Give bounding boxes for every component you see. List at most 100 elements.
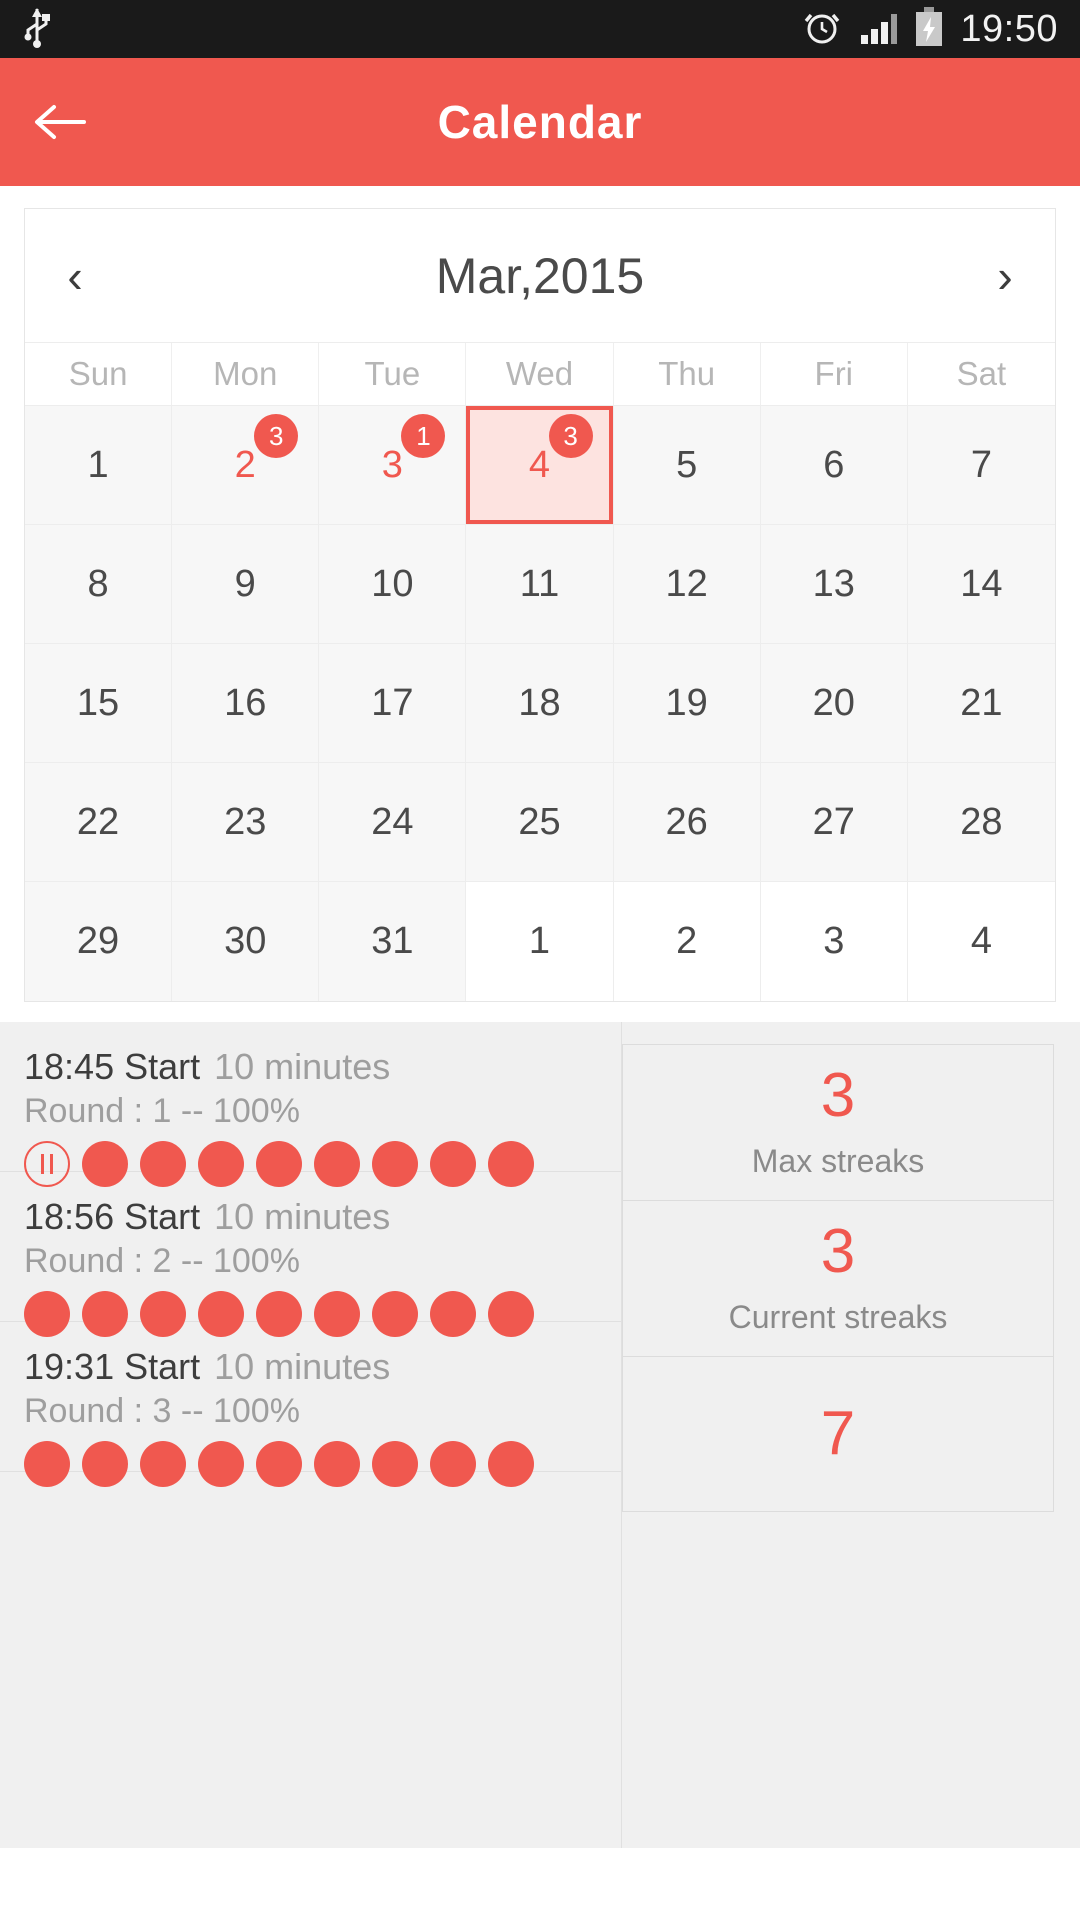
- calendar-day-cell[interactable]: 17: [319, 644, 467, 763]
- streaks-panel: 3 Max streaks 3 Current streaks 7: [622, 1022, 1080, 1920]
- calendar-card: ‹ Mar,2015 › Sun Mon Tue Wed Thu Fri Sat 13213…: [24, 208, 1056, 1002]
- usb-icon: [22, 6, 52, 53]
- progress-dot: [430, 1441, 476, 1487]
- day-number: 28: [960, 800, 1003, 843]
- day-number: 16: [224, 681, 267, 724]
- day-number: 29: [76, 920, 120, 962]
- app-bar: Calendar: [0, 58, 1080, 186]
- calendar-day-cell[interactable]: 24: [319, 763, 467, 882]
- calendar-day-cell[interactable]: 16: [172, 644, 320, 763]
- day-event-count-badge: 3: [548, 414, 593, 458]
- status-bar-right: 19:50: [802, 6, 1058, 53]
- weekday-label-sat: Sat: [956, 355, 1007, 392]
- calendar-week-row: 15 16 17 18 19 20 21: [25, 644, 1055, 763]
- session-duration: 10 minutes: [214, 1196, 391, 1237]
- calendar-week-row: 22 23 24 25 26 27 28: [25, 763, 1055, 882]
- prev-month-button[interactable]: ‹: [25, 209, 125, 343]
- session-duration: 10 minutes: [214, 1346, 391, 1387]
- day-number: 7: [970, 443, 992, 486]
- calendar-day-cell[interactable]: 21: [907, 644, 1055, 763]
- progress-dot: [488, 1141, 534, 1187]
- calendar-day-cell[interactable]: 6: [760, 406, 908, 525]
- calendar-day-cell[interactable]: 29: [25, 882, 173, 1001]
- progress-dot: [140, 1291, 186, 1337]
- weekday-label-wed: Wed: [466, 343, 614, 405]
- calendar-day-cell[interactable]: 14: [907, 525, 1055, 644]
- day-number: 19: [665, 681, 708, 724]
- calendar-day-cell[interactable]: 34: [466, 406, 614, 525]
- back-button[interactable]: [0, 58, 120, 186]
- day-number: 20: [812, 681, 855, 724]
- calendar-day-cell[interactable]: 11: [466, 525, 614, 644]
- calendar-day-cell[interactable]: 1: [466, 882, 614, 1001]
- calendar-day-cell[interactable]: 12: [613, 525, 761, 644]
- calendar-day-cell[interactable]: 2: [613, 882, 761, 1001]
- day-number: 3: [381, 443, 403, 486]
- streak-label: Current streaks: [728, 1299, 948, 1335]
- calendar-day-cell[interactable]: 8: [25, 525, 173, 644]
- calendar-day-cell[interactable]: 4: [907, 882, 1055, 1001]
- calendar-day-cell[interactable]: 26: [613, 763, 761, 882]
- progress-dot: [488, 1291, 534, 1337]
- calendar-day-cell[interactable]: 1: [25, 406, 173, 525]
- calendar-day-cell[interactable]: 27: [760, 763, 908, 882]
- session-item[interactable]: 18:56 Start 10 minutes Round : 2 -- 100%: [0, 1172, 621, 1337]
- day-number: 2: [676, 920, 698, 962]
- progress-dot: [314, 1441, 360, 1487]
- calendar-day-cell[interactable]: 32: [172, 406, 320, 525]
- weekday-label-fri: Fri: [761, 343, 908, 405]
- day-number: 13: [812, 562, 855, 605]
- calendar-day-cell[interactable]: 22: [25, 763, 173, 882]
- calendar-day-cell[interactable]: 7: [907, 406, 1055, 525]
- session-round-info: Round : 2 -- 100%: [24, 1242, 300, 1280]
- day-number: 10: [371, 562, 414, 605]
- calendar-month-label: Mar,2015: [435, 247, 645, 304]
- calendar-day-cell[interactable]: 25: [466, 763, 614, 882]
- streak-value: 7: [820, 1399, 856, 1468]
- back-arrow-icon: [35, 105, 86, 139]
- day-number: 3: [823, 920, 845, 962]
- progress-dot: [488, 1441, 534, 1487]
- day-number: 6: [823, 443, 845, 486]
- day-number: 12: [665, 562, 708, 605]
- streak-card: 3 Current streaks: [622, 1200, 1054, 1356]
- progress-dot: [372, 1141, 418, 1187]
- session-round-info: Round : 1 -- 100%: [24, 1092, 300, 1130]
- next-month-button[interactable]: ›: [955, 209, 1055, 343]
- calendar-day-cell[interactable]: 31: [319, 882, 467, 1001]
- calendar-day-cell[interactable]: 23: [172, 763, 320, 882]
- day-number: 25: [518, 800, 561, 843]
- calendar-header: ‹ Mar,2015 ›: [25, 209, 1055, 343]
- calendar-day-cell[interactable]: 19: [613, 644, 761, 763]
- weekday-label-thu: Thu: [614, 343, 761, 405]
- calendar-day-cell[interactable]: 5: [613, 406, 761, 525]
- day-number: 27: [812, 800, 855, 843]
- calendar-day-cell[interactable]: 13: [760, 525, 908, 644]
- calendar-day-cell[interactable]: 15: [25, 644, 173, 763]
- calendar-day-cell[interactable]: 30: [172, 882, 320, 1001]
- session-item[interactable]: 19:31 Start 10 minutes Round : 3 -- 100%: [0, 1322, 621, 1487]
- day-number: 8: [87, 562, 109, 605]
- calendar-day-cell[interactable]: 3: [760, 882, 908, 1001]
- weekday-label-sun: Sun: [25, 343, 173, 405]
- day-number: 2: [234, 443, 256, 486]
- calendar-day-cell[interactable]: 13: [319, 406, 467, 525]
- progress-dot: [430, 1291, 476, 1337]
- calendar-grid: 1 3 2 1 3 3 4 5 6 7 8 9 10 11 12 13 14 15 16 17 18 19 20 21 22 23…: [25, 406, 1055, 1001]
- calendar-day-cell[interactable]: 28: [907, 763, 1055, 882]
- calendar-day-cell[interactable]: 10: [319, 525, 467, 644]
- calendar-day-cell[interactable]: 20: [760, 644, 908, 763]
- day-number: 14: [960, 562, 1003, 605]
- session-round-info: Round : 3 -- 100%: [24, 1392, 300, 1430]
- session-header: 18:45 Start 10 minutes: [24, 1046, 597, 1088]
- progress-dot: [198, 1291, 244, 1337]
- session-header: 18:56 Start 10 minutes: [24, 1196, 597, 1238]
- progress-dot: [314, 1141, 360, 1187]
- session-item[interactable]: 18:45 Start 10 minutes Round : 1 -- 100%: [0, 1022, 621, 1187]
- calendar-day-cell[interactable]: 18: [466, 644, 614, 763]
- progress-dot: [372, 1291, 418, 1337]
- progress-dot: [140, 1141, 186, 1187]
- bottom-panel: 18:45 Start 10 minutes Round : 1 -- 100% 18…: [0, 1022, 1080, 1920]
- weekday-label-tue: Tue: [319, 343, 467, 405]
- calendar-day-cell[interactable]: 9: [172, 525, 320, 644]
